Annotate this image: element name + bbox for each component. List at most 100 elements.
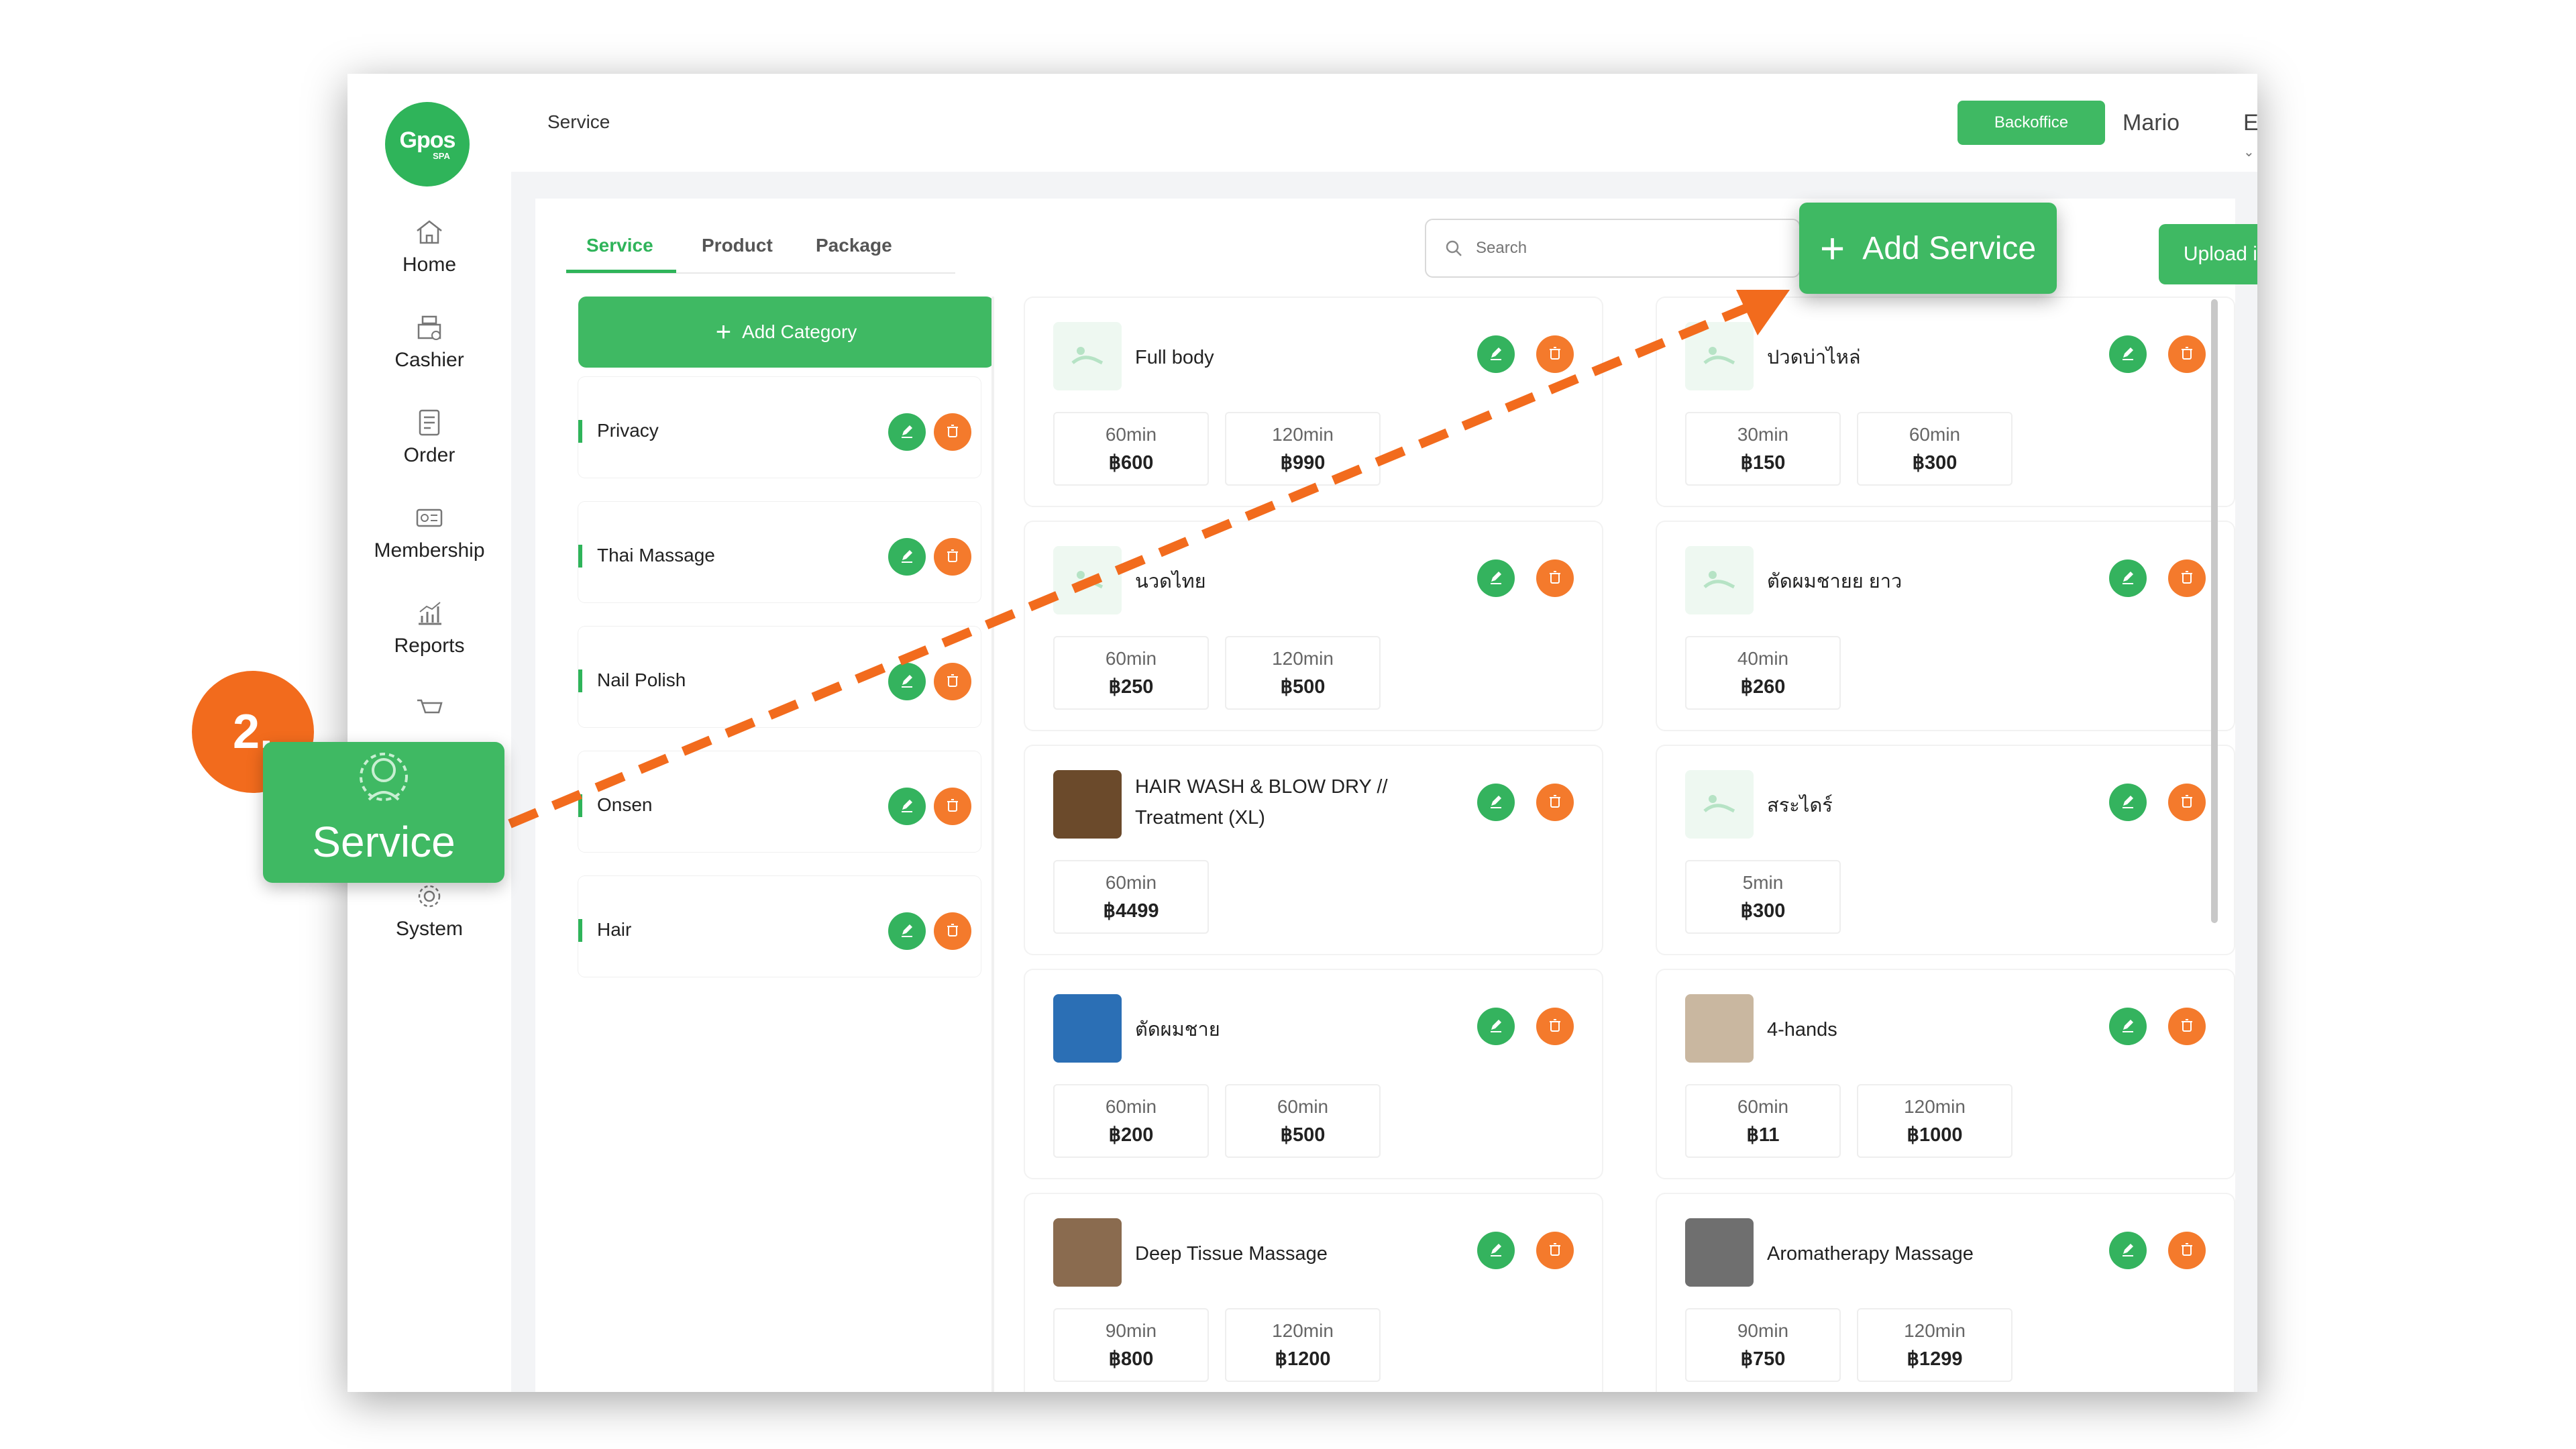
duration-option[interactable]: 120min ฿1200 <box>1225 1308 1381 1382</box>
edit-service-button[interactable] <box>1477 1008 1515 1045</box>
service-icon <box>360 753 408 801</box>
service-name: สระไดร์ <box>1767 795 1833 816</box>
search-box[interactable] <box>1425 219 1801 278</box>
service-card[interactable]: 4-hands 60min ฿11 120min ฿1000 <box>1657 970 2234 1178</box>
service-card[interactable]: HAIR WASH & BLOW DRY // Treatment (XL) 60… <box>1025 746 1602 954</box>
order-icon <box>419 409 440 436</box>
delete-category-button[interactable] <box>934 912 971 950</box>
duration-option[interactable]: 120min ฿500 <box>1225 636 1381 710</box>
service-card[interactable]: Deep Tissue Massage 90min ฿800 120min ฿1200 <box>1025 1194 1602 1392</box>
backoffice-button[interactable]: Backoffice <box>1957 101 2105 145</box>
duration-option[interactable]: 120min ฿1000 <box>1857 1084 2012 1158</box>
service-thumbnail <box>1053 322 1122 390</box>
category-item[interactable]: Thai Massage <box>578 502 981 602</box>
service-card[interactable]: Full body 60min ฿600 120min ฿990 <box>1025 298 1602 506</box>
edit-service-button[interactable] <box>1477 559 1515 597</box>
delete-service-button[interactable] <box>2168 559 2206 597</box>
sidebar-item-cashier[interactable]: Cashier <box>347 310 511 372</box>
category-item[interactable]: Nail Polish <box>578 627 981 727</box>
duration-option[interactable]: 90min ฿750 <box>1685 1308 1841 1382</box>
service-card[interactable]: นวดไทย 60min ฿250 120min ฿500 <box>1025 522 1602 730</box>
category-name: Hair <box>597 919 632 940</box>
delete-service-button[interactable] <box>2168 1008 2206 1045</box>
duration-option[interactable]: 60min ฿11 <box>1685 1084 1841 1158</box>
edit-category-button[interactable] <box>888 413 926 451</box>
duration-label: 60min <box>1737 1095 1789 1117</box>
duration-option[interactable]: 120min ฿1299 <box>1857 1308 2012 1382</box>
tutorial-stage: Gpos SPA Home Cashier Order Membership R… <box>0 0 2576 1449</box>
reports-icon <box>419 602 441 625</box>
delete-service-button[interactable] <box>2168 784 2206 821</box>
service-card[interactable]: ตัดผมชายย ยาว 40min ฿260 <box>1657 522 2234 730</box>
edit-category-button[interactable] <box>888 538 926 576</box>
duration-label: 30min <box>1737 423 1789 445</box>
trash-icon <box>1546 1016 1564 1038</box>
category-item[interactable]: Privacy <box>578 377 981 478</box>
duration-option[interactable]: 5min ฿300 <box>1685 860 1841 934</box>
duration-option[interactable]: 90min ฿800 <box>1053 1308 1209 1382</box>
tab-product[interactable]: Product <box>702 235 773 256</box>
duration-option[interactable]: 120min ฿990 <box>1225 412 1381 486</box>
sidebar-item-system[interactable]: System <box>347 879 511 941</box>
category-name: Privacy <box>597 420 659 441</box>
duration-option[interactable]: 60min ฿4499 <box>1053 860 1209 934</box>
sidebar-item-membership[interactable]: Membership <box>347 500 511 562</box>
tab-package[interactable]: Package <box>816 235 892 256</box>
pencil-icon <box>898 671 916 693</box>
category-item[interactable]: Onsen <box>578 751 981 852</box>
edit-category-button[interactable] <box>888 788 926 825</box>
service-card[interactable]: ปวดบ่าไหล่ 30min ฿150 60min ฿300 <box>1657 298 2234 506</box>
category-item[interactable]: Hair <box>578 876 981 977</box>
duration-option[interactable]: 60min ฿200 <box>1053 1084 1209 1158</box>
duration-option[interactable]: 40min ฿260 <box>1685 636 1841 710</box>
edit-service-button[interactable] <box>1477 784 1515 821</box>
price-label: ฿11 <box>1746 1124 1780 1146</box>
delete-category-button[interactable] <box>934 663 971 700</box>
sidebar-item-home[interactable]: Home <box>347 215 511 276</box>
trash-icon <box>943 796 962 818</box>
delete-category-button[interactable] <box>934 538 971 576</box>
service-thumbnail <box>1053 1218 1122 1287</box>
edit-service-button[interactable] <box>1477 1232 1515 1269</box>
edit-category-button[interactable] <box>888 663 926 700</box>
delete-service-button[interactable] <box>2168 1232 2206 1269</box>
delete-service-button[interactable] <box>1536 335 1574 373</box>
pencil-icon <box>1487 792 1505 814</box>
edit-service-button[interactable] <box>2109 559 2147 597</box>
duration-option[interactable]: 60min ฿250 <box>1053 636 1209 710</box>
service-callout[interactable]: Service <box>263 742 504 883</box>
duration-option[interactable]: 60min ฿500 <box>1225 1084 1381 1158</box>
delete-category-button[interactable] <box>934 788 971 825</box>
price-label: ฿1200 <box>1275 1348 1331 1370</box>
add-service-button[interactable]: + Add Service <box>1799 203 2057 294</box>
add-category-button[interactable]: + Add Category <box>578 297 994 368</box>
sidebar-item-reports[interactable]: Reports <box>347 596 511 657</box>
search-input[interactable] <box>1476 239 1731 258</box>
duration-option[interactable]: 60min ฿300 <box>1857 412 2012 486</box>
duration-option[interactable]: 30min ฿150 <box>1685 412 1841 486</box>
edit-service-button[interactable] <box>2109 335 2147 373</box>
edit-service-button[interactable] <box>2109 784 2147 821</box>
tab-service[interactable]: Service <box>586 235 653 256</box>
scrollbar[interactable] <box>2211 299 2218 923</box>
sidebar-item-order[interactable]: Order <box>347 405 511 467</box>
delete-service-button[interactable] <box>2168 335 2206 373</box>
sidebar-item-partial[interactable] <box>347 691 511 726</box>
edit-service-button[interactable] <box>1477 335 1515 373</box>
edit-category-button[interactable] <box>888 912 926 950</box>
delete-service-button[interactable] <box>1536 784 1574 821</box>
service-card[interactable]: สระไดร์ 5min ฿300 <box>1657 746 2234 954</box>
price-label: ฿250 <box>1108 676 1154 698</box>
service-card[interactable]: ตัดผมชาย 60min ฿200 60min ฿500 <box>1025 970 1602 1178</box>
delete-service-button[interactable] <box>1536 559 1574 597</box>
edit-service-button[interactable] <box>2109 1232 2147 1269</box>
language-select[interactable]: EN ⌄ <box>2243 110 2257 162</box>
service-callout-label: Service <box>312 818 455 866</box>
edit-service-button[interactable] <box>2109 1008 2147 1045</box>
delete-service-button[interactable] <box>1536 1008 1574 1045</box>
service-card[interactable]: Aromatherapy Massage 90min ฿750 120min ฿1299 <box>1657 1194 2234 1392</box>
upload-image-button[interactable]: Upload image <box>2159 224 2257 284</box>
duration-option[interactable]: 60min ฿600 <box>1053 412 1209 486</box>
delete-service-button[interactable] <box>1536 1232 1574 1269</box>
delete-category-button[interactable] <box>934 413 971 451</box>
